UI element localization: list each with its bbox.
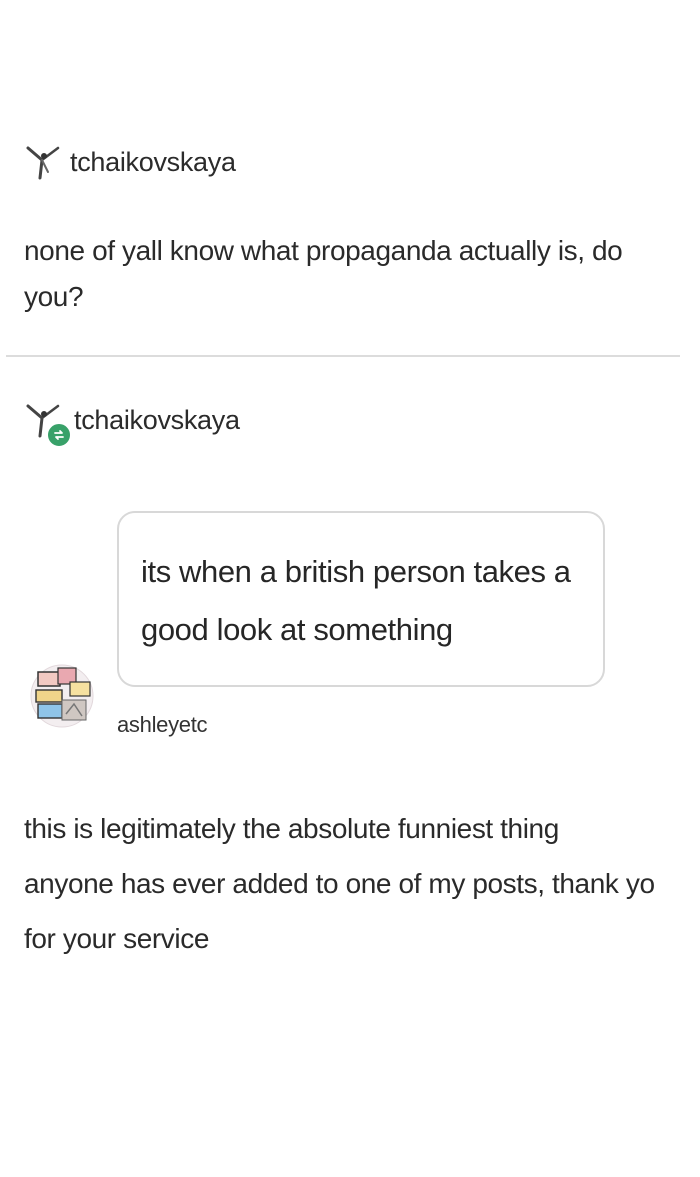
original-post-line-1: none of yall know what propaganda actual… <box>24 235 623 266</box>
reply-bubble: its when a british person takes a good l… <box>117 511 605 687</box>
reblog-comment-text: this is legitimately the absolute funnie… <box>24 801 684 966</box>
collage-avatar-icon[interactable] <box>30 654 94 738</box>
reblog-username[interactable]: tchaikovskaya <box>74 405 240 436</box>
reply-bubble-text: its when a british person takes a good l… <box>141 543 591 659</box>
reblog-icon <box>46 422 72 448</box>
reply-author-name[interactable]: ashleyetc <box>117 712 208 738</box>
original-post-line-2: you? <box>24 281 84 312</box>
comment-line-3: for your service <box>24 923 209 954</box>
comment-line-2: anyone has ever added to one of my posts… <box>24 868 655 899</box>
reply-bubble-line-2: good look at something <box>141 612 453 647</box>
original-post-header: tchaikovskaya <box>24 142 236 182</box>
post-divider <box>6 355 680 357</box>
original-post-username[interactable]: tchaikovskaya <box>70 147 236 178</box>
reply-bubble-line-1: its when a british person takes a <box>141 554 571 589</box>
reblog-avatar[interactable] <box>24 400 72 448</box>
dancer-avatar-icon[interactable] <box>24 142 64 182</box>
reblog-header: tchaikovskaya <box>24 400 240 448</box>
comment-line-1: this is legitimately the absolute funnie… <box>24 813 559 844</box>
original-post-text: none of yall know what propaganda actual… <box>24 228 684 320</box>
